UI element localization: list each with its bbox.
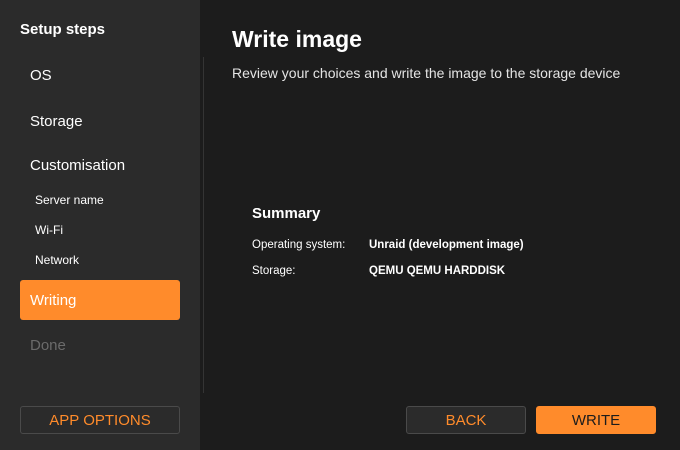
- step-wifi[interactable]: Wi-Fi: [20, 218, 180, 242]
- summary-heading: Summary: [252, 205, 321, 222]
- sidebar: Setup steps OS Storage Customisation Ser…: [0, 0, 200, 450]
- summary-row-os: Operating system: Unraid (development im…: [252, 237, 524, 253]
- step-network[interactable]: Network: [20, 248, 180, 272]
- step-done: Done: [20, 325, 180, 365]
- step-label: Storage: [30, 112, 83, 130]
- page-subtitle: Review your choices and write the image …: [232, 65, 621, 81]
- summary-value: Unraid (development image): [369, 239, 524, 251]
- step-os[interactable]: OS: [20, 55, 180, 95]
- write-button[interactable]: WRITE: [536, 406, 656, 434]
- back-button[interactable]: BACK: [406, 406, 526, 434]
- step-server-name[interactable]: Server name: [20, 188, 180, 212]
- scroll-divider: [203, 57, 204, 393]
- sidebar-title: Setup steps: [20, 21, 106, 38]
- step-label: OS: [30, 66, 52, 84]
- step-label: Customisation: [30, 156, 126, 174]
- summary-value: QEMU QEMU HARDDISK: [369, 265, 506, 277]
- summary-row-storage: Storage: QEMU QEMU HARDDISK: [252, 263, 505, 279]
- step-label: Server name: [35, 193, 104, 207]
- summary-key: Operating system:: [252, 239, 346, 251]
- step-label: Wi-Fi: [35, 223, 63, 237]
- step-label: Done: [30, 336, 66, 354]
- step-storage[interactable]: Storage: [20, 101, 180, 141]
- summary-key: Storage:: [252, 265, 296, 277]
- step-customisation[interactable]: Customisation: [20, 145, 180, 185]
- app-options-button[interactable]: APP OPTIONS: [20, 406, 180, 434]
- page-title: Write image: [232, 26, 362, 52]
- step-label: Writing: [30, 291, 77, 309]
- step-writing[interactable]: Writing: [20, 280, 180, 320]
- step-label: Network: [35, 253, 80, 267]
